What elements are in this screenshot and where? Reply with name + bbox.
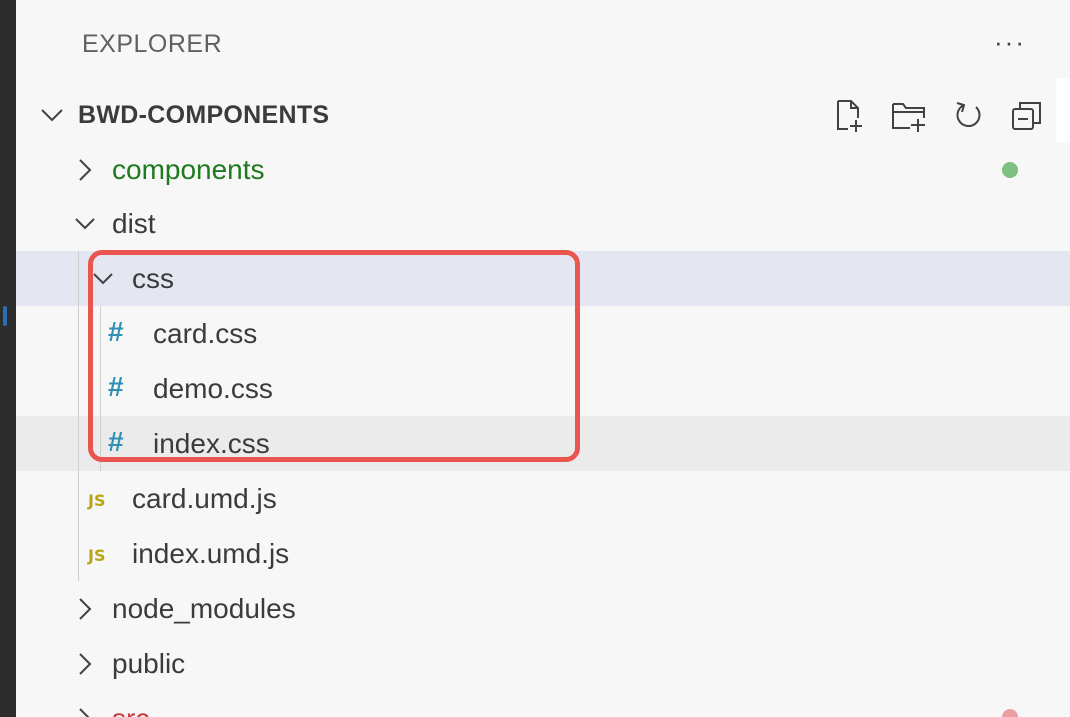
tree-item-label: public	[112, 648, 186, 679]
tree-item-demo-css[interactable]: # demo.css	[16, 361, 1070, 416]
more-actions-icon: ···	[994, 26, 1026, 57]
tree-item-components[interactable]: components	[16, 142, 1070, 197]
tree-item-label: card.css	[153, 318, 258, 349]
tree-item-label: dist	[112, 208, 156, 239]
js-file-icon: JS	[88, 491, 106, 510]
workspace-title: BWD-COMPONENTS	[78, 101, 330, 129]
tree-item-label: css	[132, 263, 174, 294]
tree-item-label: src	[112, 703, 149, 717]
tree-item-public[interactable]: public	[16, 636, 1070, 691]
chevron-down-icon	[75, 218, 95, 230]
tree-item-label: node_modules	[112, 593, 296, 624]
tree-item-label: index.umd.js	[132, 538, 290, 569]
indent-guide	[100, 306, 101, 471]
workspace-section-header[interactable]: BWD-COMPONENTS	[16, 88, 1070, 142]
tree-item-card-css[interactable]: # card.css	[16, 306, 1070, 361]
chevron-right-icon	[79, 159, 92, 181]
activity-bar-edge	[0, 0, 16, 717]
git-modified-dot	[1002, 709, 1018, 717]
new-file-button[interactable]	[828, 96, 870, 136]
chevron-down-icon	[41, 109, 63, 122]
git-modified-dot	[1002, 162, 1018, 178]
js-file-icon: JS	[88, 546, 106, 565]
new-file-icon	[837, 100, 862, 132]
css-hash-icon: #	[108, 371, 124, 402]
explorer-screen: EXPLORER ··· BWD-COMPONENTS components d…	[0, 0, 1070, 717]
tree-item-dist[interactable]: dist	[16, 196, 1070, 251]
indent-guide	[78, 251, 79, 581]
css-hash-icon: #	[108, 316, 124, 347]
tree-item-index-css[interactable]: # index.css	[16, 416, 1070, 471]
new-folder-icon	[892, 103, 925, 132]
chevron-down-icon	[93, 273, 113, 285]
css-hash-icon: #	[108, 426, 124, 457]
tree-item-src[interactable]: src	[16, 691, 1070, 717]
tree-item-label: components	[112, 154, 265, 185]
tree-item-card-umd-js[interactable]: JS card.umd.js	[16, 471, 1070, 526]
tree-item-label: card.umd.js	[132, 483, 277, 514]
new-folder-button[interactable]	[888, 96, 930, 136]
tree-item-css[interactable]: css	[16, 251, 1070, 306]
tree-item-index-umd-js[interactable]: JS index.umd.js	[16, 526, 1070, 581]
chevron-right-icon	[79, 708, 90, 717]
tree-item-label: index.css	[153, 428, 270, 459]
collapse-all-button[interactable]	[1006, 96, 1048, 136]
refresh-button[interactable]	[948, 96, 990, 136]
chevron-right-icon	[79, 598, 92, 620]
refresh-icon	[956, 102, 981, 128]
active-indicator	[3, 306, 7, 326]
explorer-header: EXPLORER ···	[16, 0, 1070, 88]
collapse-all-icon	[1012, 102, 1041, 130]
explorer-panel: EXPLORER ··· BWD-COMPONENTS components d…	[16, 0, 1070, 717]
explorer-title: EXPLORER	[82, 30, 223, 58]
tree-item-node-modules[interactable]: node_modules	[16, 581, 1070, 636]
chevron-right-icon	[79, 653, 92, 675]
tree-item-label: demo.css	[153, 373, 273, 404]
more-actions-button[interactable]: ···	[986, 22, 1034, 62]
